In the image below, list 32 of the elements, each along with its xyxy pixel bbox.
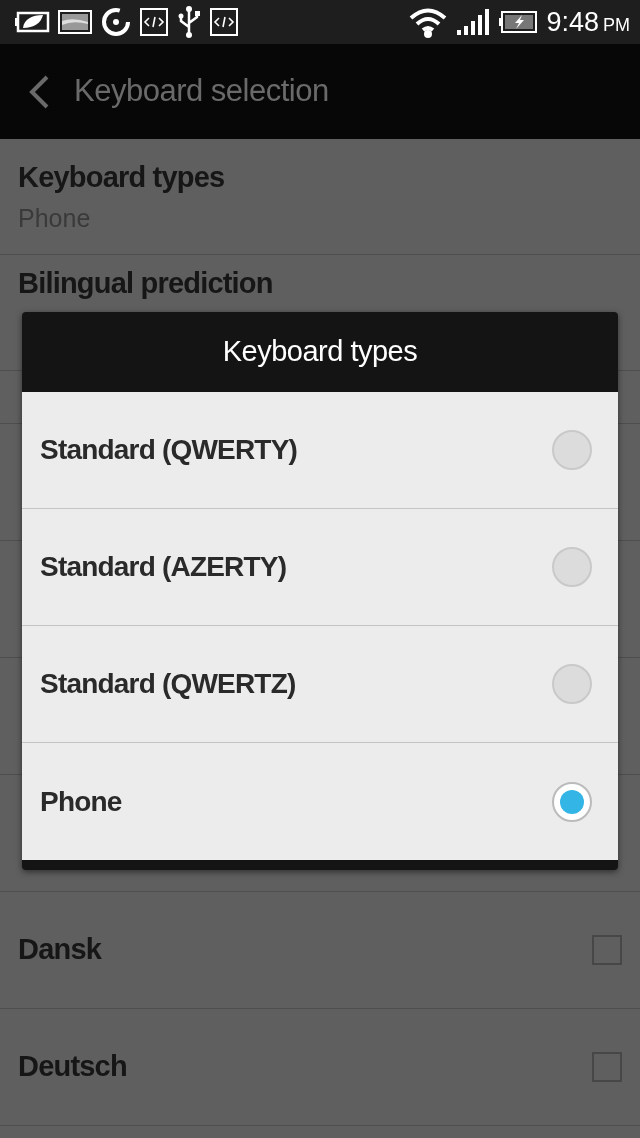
battery-charging-icon (498, 10, 539, 34)
code-icon (140, 8, 168, 36)
signal-icon (456, 8, 491, 36)
radio-button[interactable] (552, 430, 592, 470)
back-icon[interactable] (28, 74, 50, 109)
option-label: Standard (QWERTY) (40, 433, 298, 467)
option-label: Phone (40, 784, 122, 819)
checkbox[interactable] (592, 935, 622, 965)
option-row[interactable]: Standard (QWERTZ) (22, 626, 618, 743)
code-icon (210, 8, 238, 36)
checkbox[interactable] (592, 1052, 622, 1082)
screen-title: Keyboard selection (74, 72, 329, 111)
leaf-icon (14, 9, 50, 35)
clock-time: 9:48 (546, 5, 599, 39)
language-label: Deutsch (18, 1049, 127, 1085)
option-row[interactable]: Standard (AZERTY) (22, 509, 618, 626)
radio-button[interactable] (552, 547, 592, 587)
option-label: Standard (QWERTZ) (40, 667, 296, 701)
wifi-icon (408, 6, 449, 38)
radio-button[interactable] (552, 664, 592, 704)
radio-button[interactable] (552, 781, 592, 822)
setting-title: Bilingual prediction (18, 267, 273, 301)
option-label: Standard (AZERTY) (40, 550, 287, 584)
sync-icon (100, 6, 132, 38)
clock-period: PM (603, 13, 630, 37)
usb-icon (176, 5, 202, 39)
dialog-title: Keyboard types (221, 334, 419, 370)
setting-title: Keyboard types (18, 160, 225, 195)
image-icon (58, 9, 92, 35)
option-row[interactable]: Standard (QWERTY) (22, 392, 618, 509)
option-row[interactable]: Phone (22, 743, 618, 860)
language-label: Dansk (18, 932, 102, 968)
